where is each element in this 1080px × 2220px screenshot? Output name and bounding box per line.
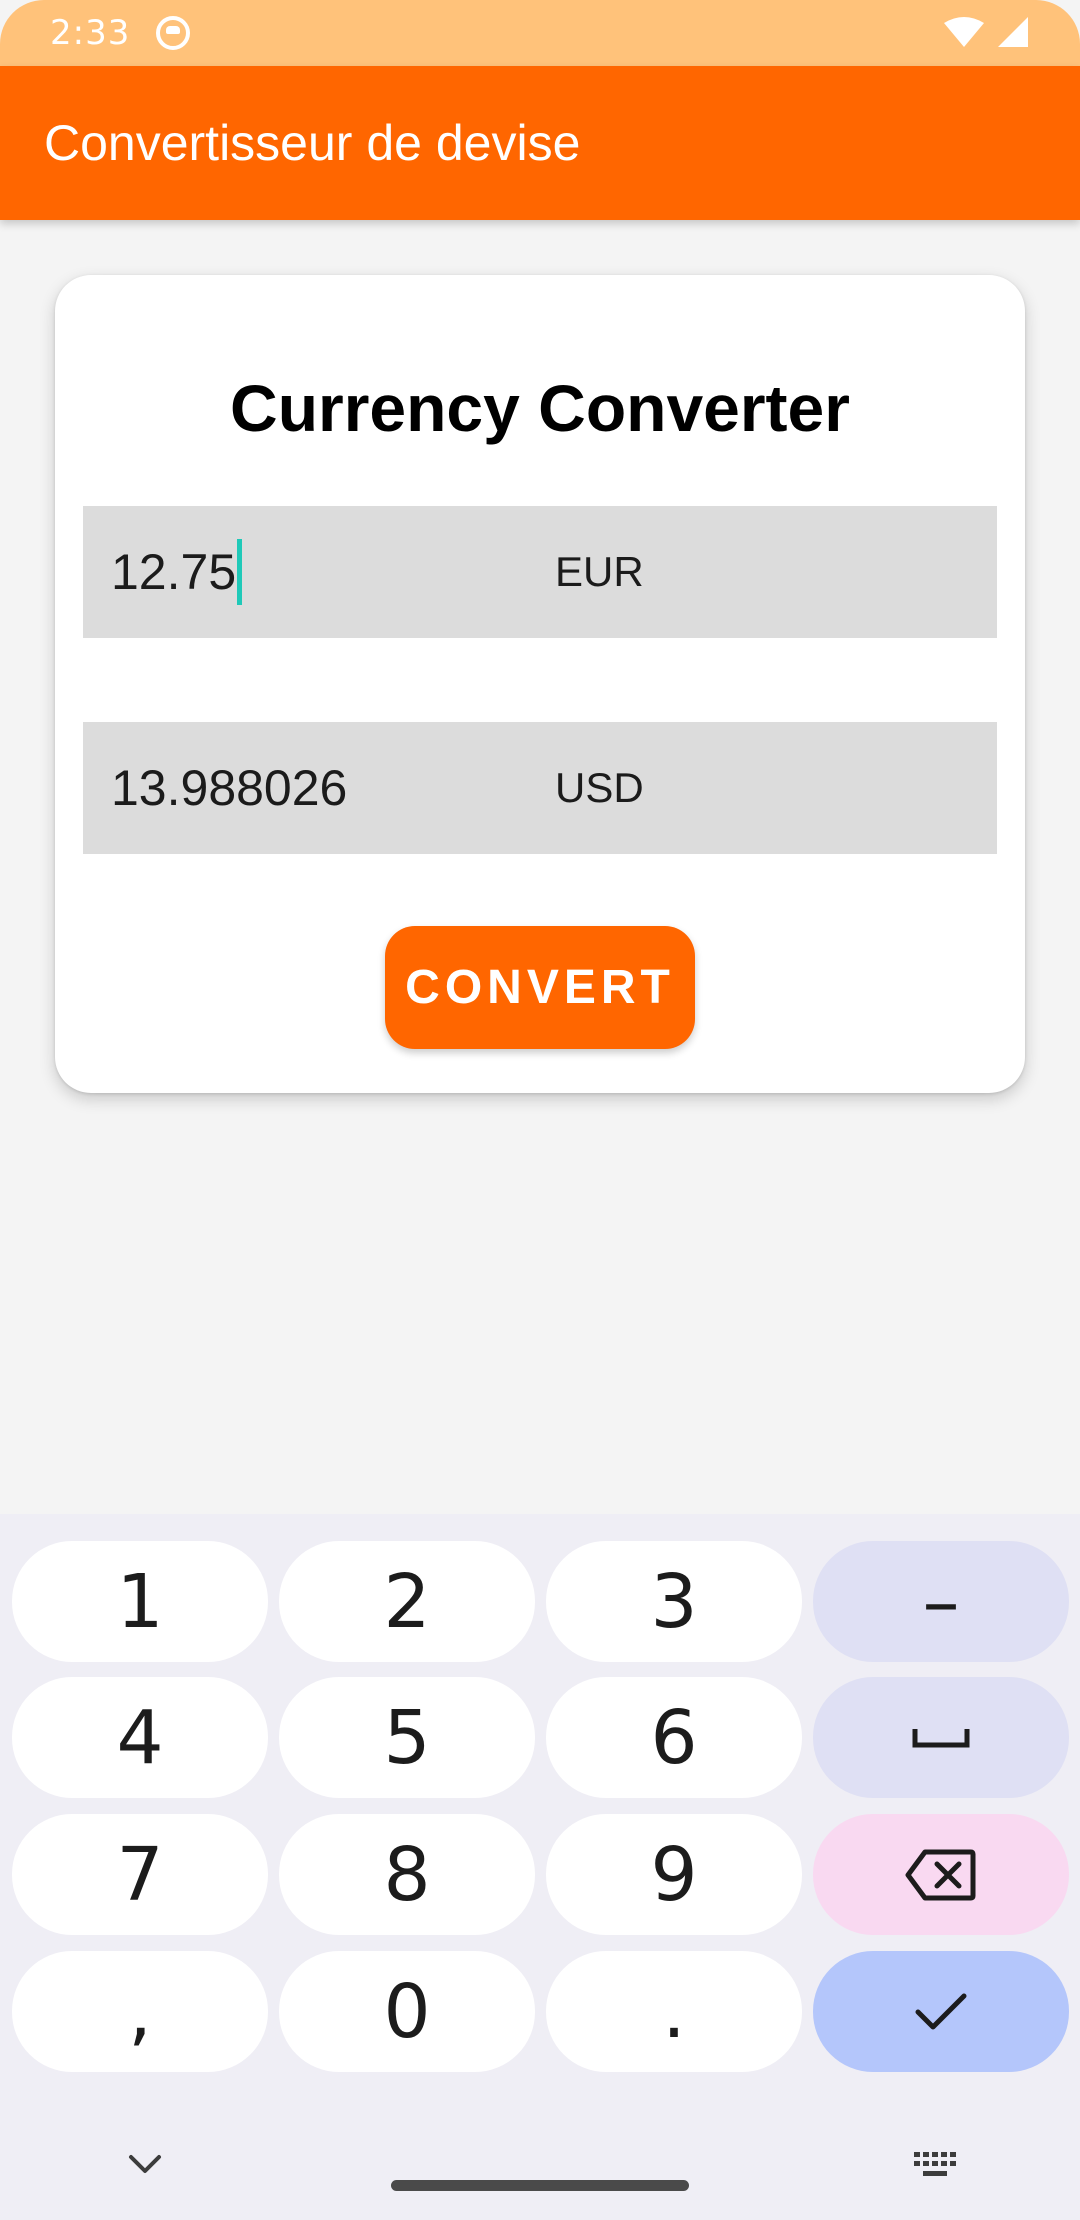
key-done[interactable] [813, 1951, 1069, 2072]
target-currency-selector[interactable]: USD [555, 764, 644, 812]
home-gesture-bar[interactable] [391, 2180, 689, 2191]
space-icon [912, 1728, 970, 1747]
status-icons [944, 17, 1030, 49]
keyboard-icon [914, 2152, 956, 2176]
status-time: 2:33 [50, 13, 131, 53]
key-3[interactable]: 3 [546, 1541, 802, 1662]
key-comma[interactable]: , [12, 1951, 268, 2072]
text-cursor [237, 539, 243, 605]
wifi-icon [944, 17, 984, 47]
app-bar: Convertisseur de devise [0, 66, 1080, 220]
app-bar-title: Convertisseur de devise [44, 115, 581, 171]
check-icon [915, 1993, 967, 2029]
key-2[interactable]: 2 [279, 1541, 535, 1662]
convert-button[interactable]: CONVERT [385, 926, 695, 1049]
backspace-icon [905, 1849, 976, 1900]
key-6[interactable]: 6 [546, 1677, 802, 1798]
key-minus[interactable]: – [813, 1541, 1069, 1662]
numeric-keyboard: 1 2 3 – 4 5 6 7 8 9 , 0 . [0, 1514, 1080, 2220]
key-4[interactable]: 4 [12, 1677, 268, 1798]
key-period[interactable]: . [546, 1951, 802, 2072]
source-currency-selector[interactable]: EUR [555, 548, 644, 596]
converter-card: Currency Converter 12.75 EUR 13.988026 U… [55, 275, 1025, 1093]
key-1[interactable]: 1 [12, 1541, 268, 1662]
source-amount-input[interactable]: 12.75 [83, 539, 555, 605]
chevron-down-icon [129, 2155, 161, 2173]
key-9[interactable]: 9 [546, 1814, 802, 1935]
target-row: 13.988026 USD [83, 722, 997, 854]
key-7[interactable]: 7 [12, 1814, 268, 1935]
key-8[interactable]: 8 [279, 1814, 535, 1935]
key-space[interactable] [813, 1677, 1069, 1798]
cell-signal-icon [998, 17, 1028, 47]
keyboard-switch-button[interactable] [900, 2134, 970, 2194]
status-bar: 2:33 [0, 0, 1080, 66]
source-row: 12.75 EUR [83, 506, 997, 638]
key-0[interactable]: 0 [279, 1951, 535, 2072]
hide-keyboard-button[interactable] [110, 2134, 180, 2194]
key-backspace[interactable] [813, 1814, 1069, 1935]
source-amount-text: 12.75 [111, 544, 237, 600]
target-amount-field[interactable]: 13.988026 [83, 759, 555, 817]
app-notification-icon [156, 16, 191, 50]
key-5[interactable]: 5 [279, 1677, 535, 1798]
card-title: Currency Converter [230, 371, 850, 445]
